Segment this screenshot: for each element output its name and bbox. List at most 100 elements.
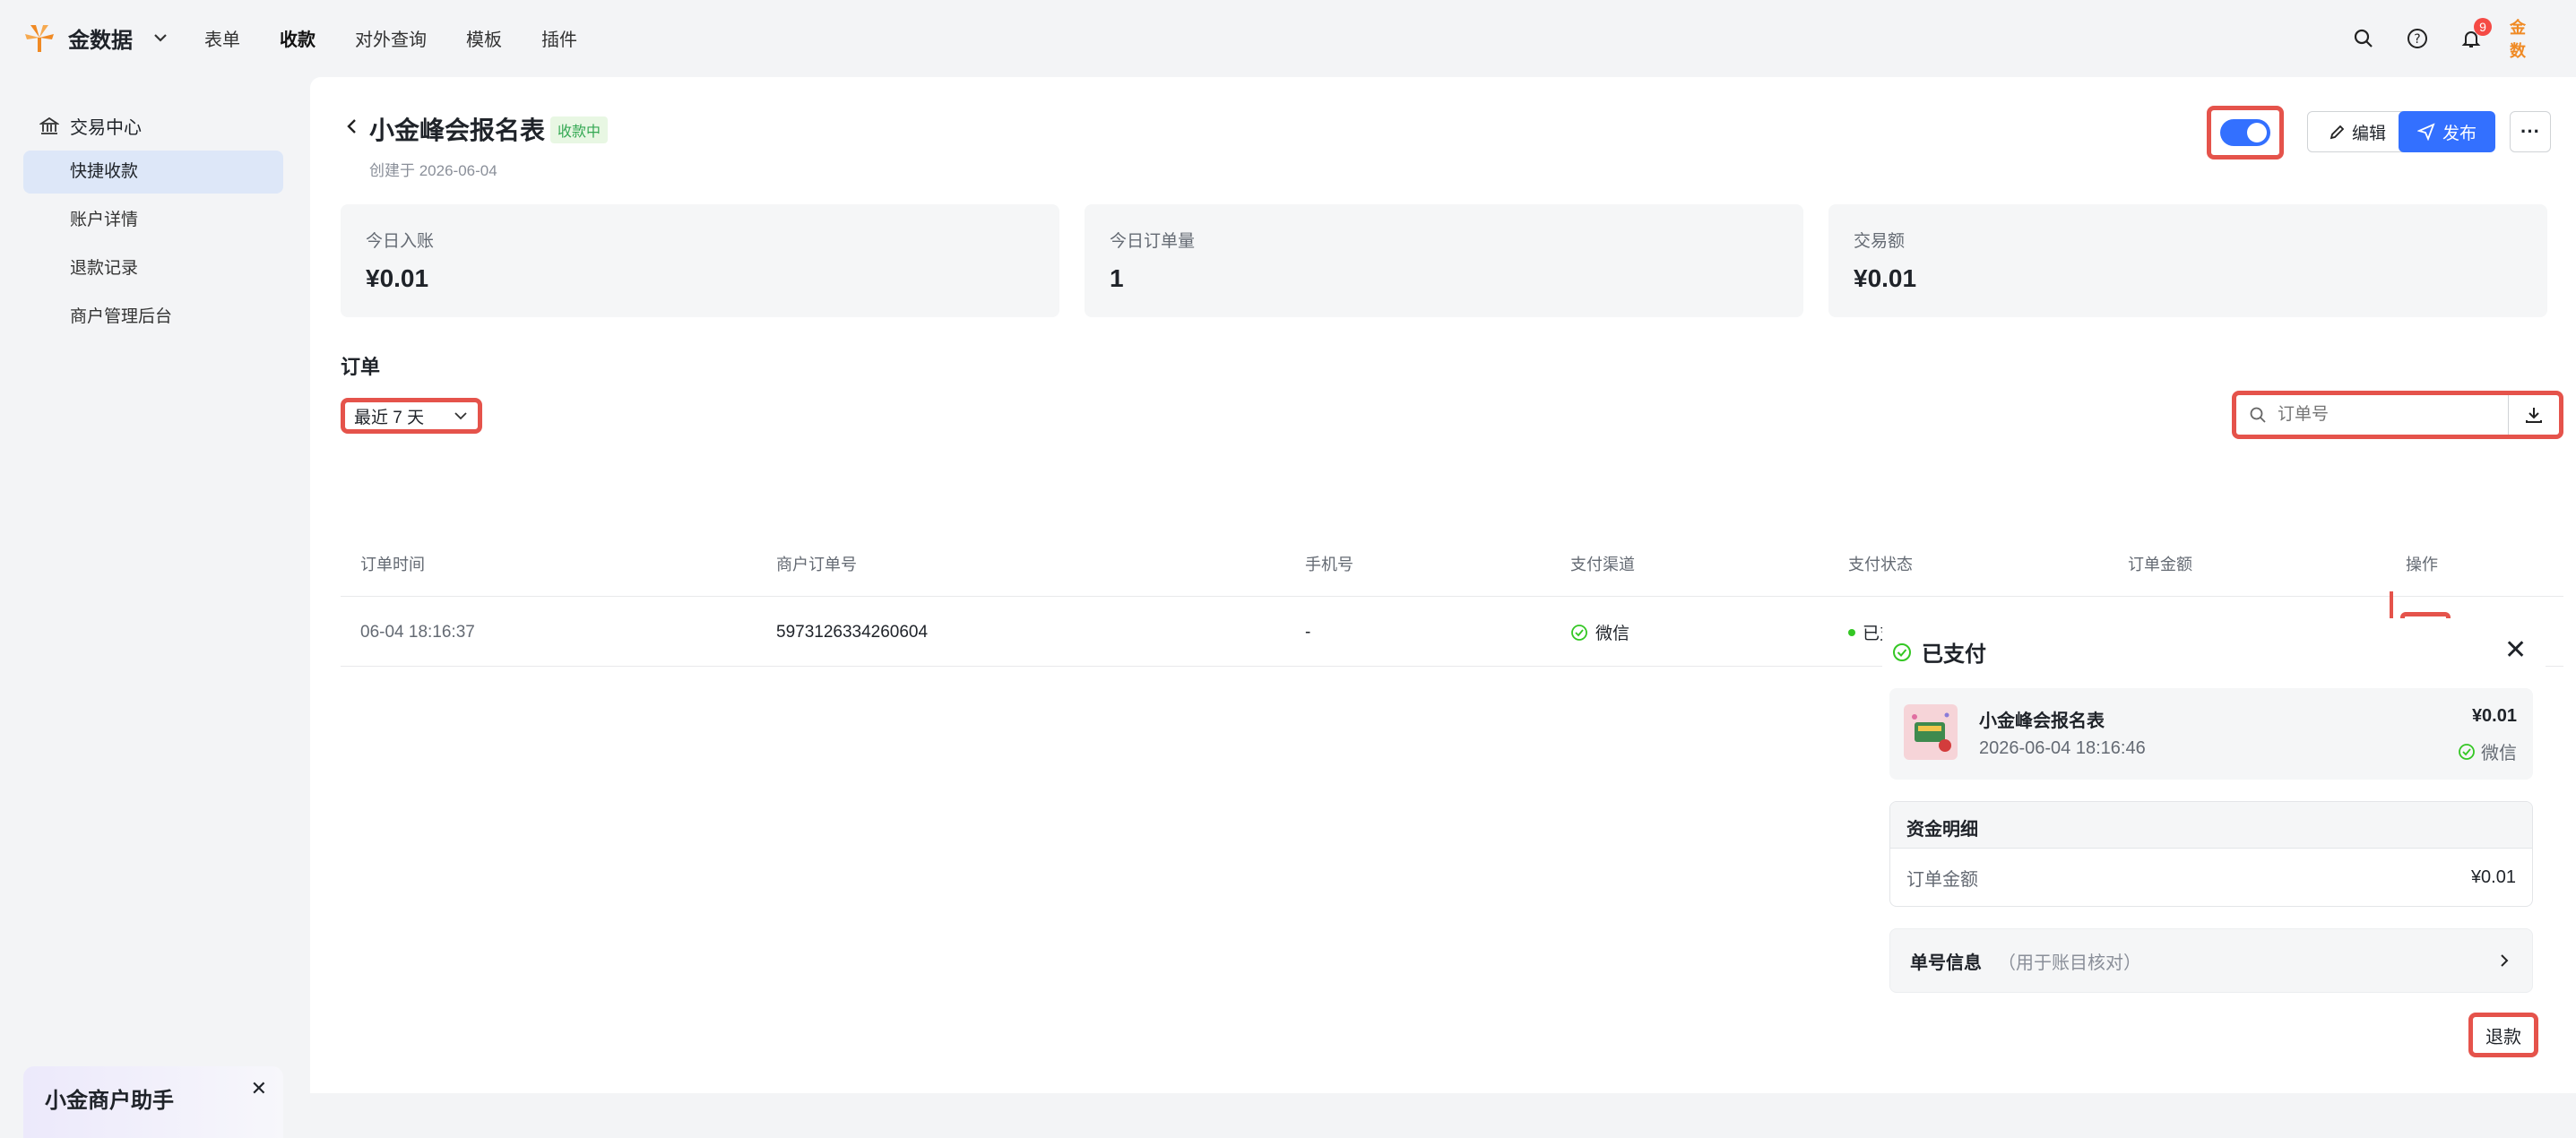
created-date: 创建于 2026-06-04 — [369, 162, 497, 179]
wechat-check-icon — [2459, 743, 2475, 760]
chevron-right-icon — [2501, 954, 2509, 967]
fund-row: 订单金额 ¥0.01 — [1890, 849, 2532, 906]
order-summary-card: 小金峰会报名表 2026-06-04 18:16:46 ¥0.01 微信 — [1889, 688, 2533, 780]
bell-icon[interactable]: 9 — [2456, 18, 2492, 54]
date-range-select[interactable]: 最近 7 天 — [341, 398, 482, 434]
status-badge: 收款中 — [550, 116, 609, 143]
assistant-label: 小金商户助手 — [45, 1089, 174, 1113]
nav-payments[interactable]: 收款 — [280, 25, 316, 51]
reference-info-row[interactable]: 单号信息 （用于账目核对） — [1889, 928, 2533, 993]
brand-logo-icon — [25, 25, 54, 52]
product-thumbnail — [1904, 704, 1958, 760]
payment-channel-label: 微信 — [1595, 625, 1630, 643]
date-range-value: 最近 7 天 — [354, 408, 425, 427]
column-header: 支付渠道 — [1570, 555, 1635, 573]
phone: - — [1305, 622, 1311, 642]
notification-badge: 9 — [2474, 18, 2492, 36]
product-image-icon — [1912, 712, 1951, 752]
column-header: 手机号 — [1305, 555, 1353, 573]
column-header: 支付状态 — [1848, 555, 1913, 573]
fund-details-title: 资金明细 — [1890, 802, 2532, 849]
edit-label: 编辑 — [2351, 124, 2386, 143]
sidebar-group-trade-center: 交易中心 — [39, 113, 142, 139]
pencil-icon — [2330, 125, 2345, 140]
reference-subtitle: （用于账目核对） — [1998, 953, 2141, 973]
download-icon — [2526, 408, 2542, 423]
product-name: 小金峰会报名表 — [1979, 711, 2105, 731]
order-time: 06-04 18:16:37 — [360, 622, 475, 642]
page-title: 小金峰会报名表 — [369, 116, 546, 144]
stat-value: ¥0.01 — [1854, 264, 1917, 292]
check-circle-icon — [1893, 642, 1911, 661]
stat-transaction-amount: 交易额 ¥0.01 — [1828, 204, 2547, 317]
paid-time: 2026-06-04 18:16:46 — [1979, 738, 2146, 758]
column-header: 订单金额 — [2128, 555, 2192, 573]
order-search-group — [2232, 391, 2563, 439]
sidebar-item-merchant-admin[interactable]: 商户管理后台 — [23, 296, 283, 339]
collection-toggle[interactable] — [2220, 119, 2270, 146]
sidebar: 交易中心 快捷收款 账户详情 退款记录 商户管理后台 小金商户助手 ✕ — [0, 77, 310, 1138]
paid-amount: ¥0.01 — [2471, 706, 2517, 726]
orders-table-header: 订单时间 商户订单号 手机号 支付渠道 支付状态 订单金额 操作 — [341, 530, 2563, 597]
paid-channel-label: 微信 — [2481, 744, 2517, 763]
fund-value: ¥0.01 — [2470, 866, 2516, 887]
panel-status: 已支付 — [1922, 642, 1986, 667]
brand-name: 金数据 — [68, 28, 133, 53]
orders-section-title: 订单 — [341, 356, 381, 378]
stat-value: ¥0.01 — [366, 264, 429, 292]
order-search-input[interactable] — [2276, 404, 2473, 426]
merchant-order-no: 5973126334260604 — [776, 622, 929, 642]
order-search — [2236, 395, 2509, 435]
wechat-check-icon — [1571, 624, 1587, 641]
refund-button[interactable]: 退款 — [2468, 1013, 2538, 1057]
edit-button[interactable]: 编辑 — [2307, 111, 2407, 152]
stat-value: 1 — [1110, 264, 1124, 292]
send-icon — [2416, 123, 2435, 141]
panel-title: 已支付 — [1891, 636, 1986, 668]
sidebar-item-account-details[interactable]: 账户详情 — [23, 199, 283, 242]
top-nav: 表单 收款 对外查询 模板 插件 — [204, 25, 577, 51]
column-header: 订单时间 — [360, 555, 425, 573]
chevron-down-icon — [454, 412, 467, 420]
publish-label: 发布 — [2442, 124, 2477, 143]
help-icon[interactable]: ? — [2402, 23, 2433, 54]
nav-templates[interactable]: 模板 — [466, 25, 502, 51]
stat-label: 交易额 — [1854, 232, 1906, 251]
search-icon — [2250, 407, 2266, 423]
download-button[interactable] — [2509, 395, 2559, 435]
back-icon[interactable] — [344, 116, 360, 136]
top-bar: 金数据 表单 收款 对外查询 模板 插件 ? 9 金数 — [0, 0, 2576, 77]
nav-plugins[interactable]: 插件 — [541, 25, 577, 51]
search-icon[interactable] — [2348, 23, 2379, 54]
brand[interactable]: 金数据 — [22, 20, 170, 56]
nav-external-query[interactable]: 对外查询 — [355, 25, 427, 51]
more-button[interactable]: ··· — [2510, 111, 2551, 152]
paid-channel: 微信 — [2458, 738, 2517, 764]
stat-today-income: 今日入账 ¥0.01 — [341, 204, 1059, 317]
collection-toggle-highlight — [2207, 106, 2284, 159]
column-header: 商户订单号 — [776, 555, 857, 573]
sidebar-group-label: 交易中心 — [70, 118, 142, 138]
stat-today-orders: 今日订单量 1 — [1085, 204, 1803, 317]
fund-key: 订单金额 — [1906, 869, 1978, 890]
column-header: 操作 — [2406, 555, 2438, 573]
sidebar-item-refund-records[interactable]: 退款记录 — [23, 247, 283, 290]
fund-details: 资金明细 订单金额 ¥0.01 — [1889, 801, 2533, 907]
avatar[interactable]: 金数 — [2510, 19, 2540, 60]
stat-label: 今日入账 — [366, 232, 435, 251]
order-detail-panel: 已支付 ✕ 小金峰会报名表 2026-06-04 18:16:46 ¥0.01 … — [1882, 618, 2546, 1093]
close-icon[interactable]: ✕ — [251, 1077, 267, 1100]
assistant-card[interactable]: 小金商户助手 ✕ — [23, 1066, 283, 1138]
chevron-down-icon[interactable] — [151, 28, 170, 47]
top-icons: ? 9 金数 — [2348, 18, 2540, 60]
nav-forms[interactable]: 表单 — [204, 25, 240, 51]
close-icon[interactable]: ✕ — [2504, 634, 2527, 666]
reference-title: 单号信息 — [1910, 953, 1982, 973]
bank-icon — [39, 116, 59, 134]
sidebar-item-quick-payment[interactable]: 快捷收款 — [23, 151, 283, 194]
status-dot — [1848, 628, 1855, 636]
payment-channel: 微信 — [1570, 599, 1629, 666]
stat-label: 今日订单量 — [1110, 232, 1196, 251]
svg-text:?: ? — [2414, 32, 2420, 47]
publish-button[interactable]: 发布 — [2399, 111, 2495, 152]
